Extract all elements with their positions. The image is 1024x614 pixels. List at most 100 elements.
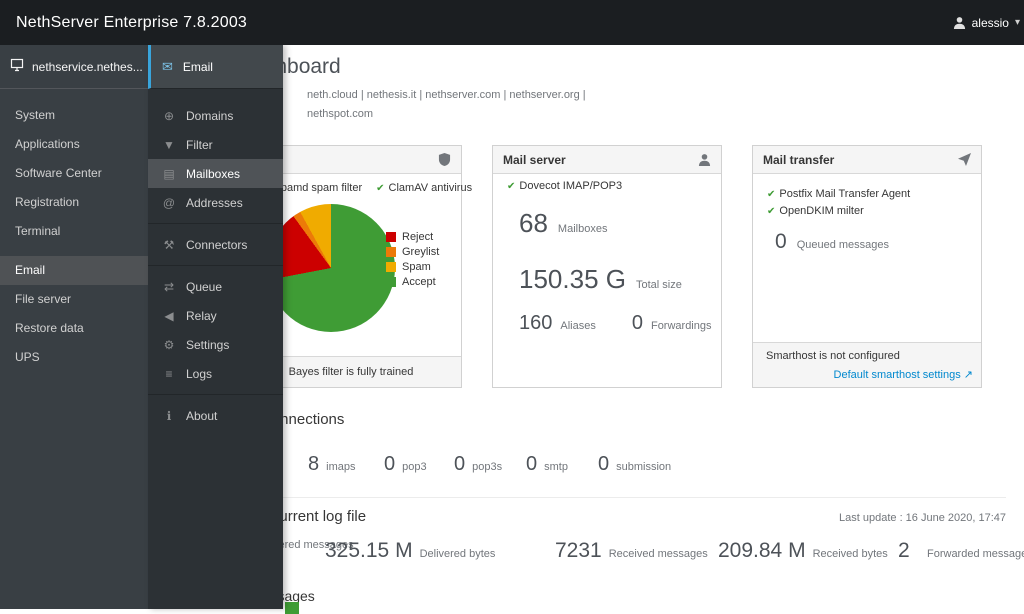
sidebar-item-software-center[interactable]: Software Center	[0, 159, 148, 188]
sidebar-item-system[interactable]: System	[0, 101, 148, 130]
submenu-item-label: Logs	[186, 367, 212, 381]
sidebar-item-registration[interactable]: Registration	[0, 188, 148, 217]
stat-value: 0	[775, 230, 787, 254]
host-selector[interactable]: nethservice.nethes...	[0, 45, 148, 89]
mail-server-card-title: Mail server	[503, 153, 566, 167]
stat-value: 325.15 M	[325, 539, 413, 563]
sidebar-item-restore-data[interactable]: Restore data	[0, 314, 148, 343]
mail-server-status-checks: ✔Dovecot IMAP/POP3	[507, 180, 622, 192]
queue-icon: ⇄	[162, 280, 176, 294]
legend-swatch	[386, 247, 396, 257]
check-item: ✔OpenDKIM milter	[767, 203, 910, 220]
sidebar-item-file-server[interactable]: File server	[0, 285, 148, 314]
check-icon: ✔	[376, 183, 384, 194]
submenu-item-queue[interactable]: ⇄ Queue	[148, 272, 283, 301]
sidebar-item-ups[interactable]: UPS	[0, 343, 148, 372]
stat-value: 0	[526, 453, 537, 476]
submenu-item-relay[interactable]: ◀ Relay	[148, 301, 283, 330]
total-size-stat: 150.35 G Total size	[519, 264, 682, 295]
stat-value: 0	[598, 453, 609, 476]
sidebar-item-terminal[interactable]: Terminal	[0, 217, 148, 246]
legend-item-greylist[interactable]: Greylist	[386, 246, 439, 258]
stat-value: 8	[308, 453, 319, 476]
submenu-item-label: Relay	[186, 309, 217, 323]
legend-item-spam[interactable]: Spam	[386, 261, 439, 273]
top-bar: NethServer Enterprise 7.8.2003 alessio ▾	[0, 0, 1024, 45]
submenu-list: ⊕ Domains ▼ Filter ▤ Mailboxes @ Address…	[148, 101, 283, 430]
sidebar-divider	[0, 246, 148, 256]
submenu-item-email[interactable]: ✉ Email	[148, 45, 283, 89]
submenu-item-connectors[interactable]: ⚒ Connectors	[148, 230, 283, 259]
submenu-item-label: Connectors	[186, 238, 247, 252]
queued-messages-stat: 0 Queued messages	[775, 230, 889, 254]
submenu-item-label: Domains	[186, 109, 233, 123]
check-icon: ✔	[507, 181, 515, 192]
submenu-item-about[interactable]: ℹ About	[148, 401, 283, 430]
spam-pie-chart	[267, 204, 395, 332]
stat-label: imaps	[326, 461, 355, 473]
received-messages-stat: 7231 Received messages	[555, 539, 708, 563]
submenu-item-label: Addresses	[186, 196, 243, 210]
check-label: Postfix Mail Transfer Agent	[779, 188, 910, 200]
addresses-icon: @	[162, 196, 176, 210]
stat-value: 160	[519, 312, 552, 335]
stat-label: smtp	[544, 461, 568, 473]
user-icon	[953, 16, 966, 29]
mail-server-card-header: Mail server	[493, 146, 721, 174]
stat-value: 7231	[555, 539, 602, 563]
email-icon: ✉	[162, 59, 173, 75]
stat-label: Received messages	[609, 548, 708, 560]
shield-icon	[438, 153, 451, 166]
stat-label: Delivered bytes	[420, 548, 496, 560]
server-icon	[10, 58, 24, 75]
stat-label: Received bytes	[813, 548, 888, 560]
check-item: ✔Dovecot IMAP/POP3	[507, 180, 622, 192]
stat-label: Aliases	[560, 320, 595, 332]
smarthost-settings-link[interactable]: Default smarthost settings ↗	[834, 368, 973, 381]
sidebar-nav: System Applications Software Center Regi…	[0, 101, 148, 372]
user-menu[interactable]: alessio ▾	[941, 0, 1024, 45]
user-icon	[698, 153, 711, 166]
stat-label: Forwarded messages	[927, 548, 1024, 560]
submission-stat: 0 submission	[598, 453, 671, 476]
legend-item-accept[interactable]: Accept	[386, 276, 439, 288]
stat-label: Mailboxes	[558, 223, 608, 235]
stat-value: 209.84 M	[718, 539, 806, 563]
submenu-item-filter[interactable]: ▼ Filter	[148, 130, 283, 159]
submenu-item-logs[interactable]: ≡ Logs	[148, 359, 283, 388]
sidebar-item-email[interactable]: Email	[0, 256, 148, 285]
mail-transfer-card: Mail transfer ✔Postfix Mail Transfer Age…	[752, 145, 982, 388]
stat-label: submission	[616, 461, 671, 473]
stat-label: Queued messages	[797, 239, 889, 251]
legend-item-reject[interactable]: Reject	[386, 231, 439, 243]
legend-swatch	[386, 277, 396, 287]
submenu-item-domains[interactable]: ⊕ Domains	[148, 101, 283, 130]
smarthost-status-text: Smarthost is not configured	[766, 350, 900, 362]
section-divider	[240, 497, 1006, 498]
legend-label: Accept	[402, 276, 436, 288]
submenu-item-label: Mailboxes	[186, 167, 240, 181]
sidebar: nethservice.nethes... System Application…	[0, 45, 148, 609]
submenu-item-label: Queue	[186, 280, 222, 294]
chevron-down-icon: ▾	[1015, 17, 1020, 28]
mail-domains-list: neth.cloud | nethesis.it | nethserver.co…	[307, 86, 586, 124]
stat-label: Forwardings	[651, 320, 712, 332]
check-item: ✔Postfix Mail Transfer Agent	[767, 186, 910, 203]
stat-value: 0	[632, 312, 643, 335]
submenu-divider	[148, 265, 283, 266]
submenu-item-label: Email	[183, 60, 213, 74]
filter-status-checks: ✔Rspamd spam filter ✔ClamAV antivirus	[255, 182, 472, 194]
messages-chart-swatch	[285, 602, 299, 614]
received-bytes-stat: 209.84 M Received bytes	[718, 539, 888, 563]
email-submenu: ✉ Email ⊕ Domains ▼ Filter ▤ Mailboxes @…	[148, 45, 283, 609]
submenu-item-mailboxes[interactable]: ▤ Mailboxes	[148, 159, 283, 188]
user-name: alessio	[972, 16, 1009, 30]
info-icon: ℹ	[162, 409, 176, 423]
submenu-item-settings[interactable]: ⚙ Settings	[148, 330, 283, 359]
sidebar-item-applications[interactable]: Applications	[0, 130, 148, 159]
submenu-item-addresses[interactable]: @ Addresses	[148, 188, 283, 217]
legend-label: Greylist	[402, 246, 439, 258]
mailboxes-stat: 68 Mailboxes	[519, 208, 607, 239]
domains-icon: ⊕	[162, 109, 176, 123]
host-name: nethservice.nethes...	[32, 60, 143, 74]
